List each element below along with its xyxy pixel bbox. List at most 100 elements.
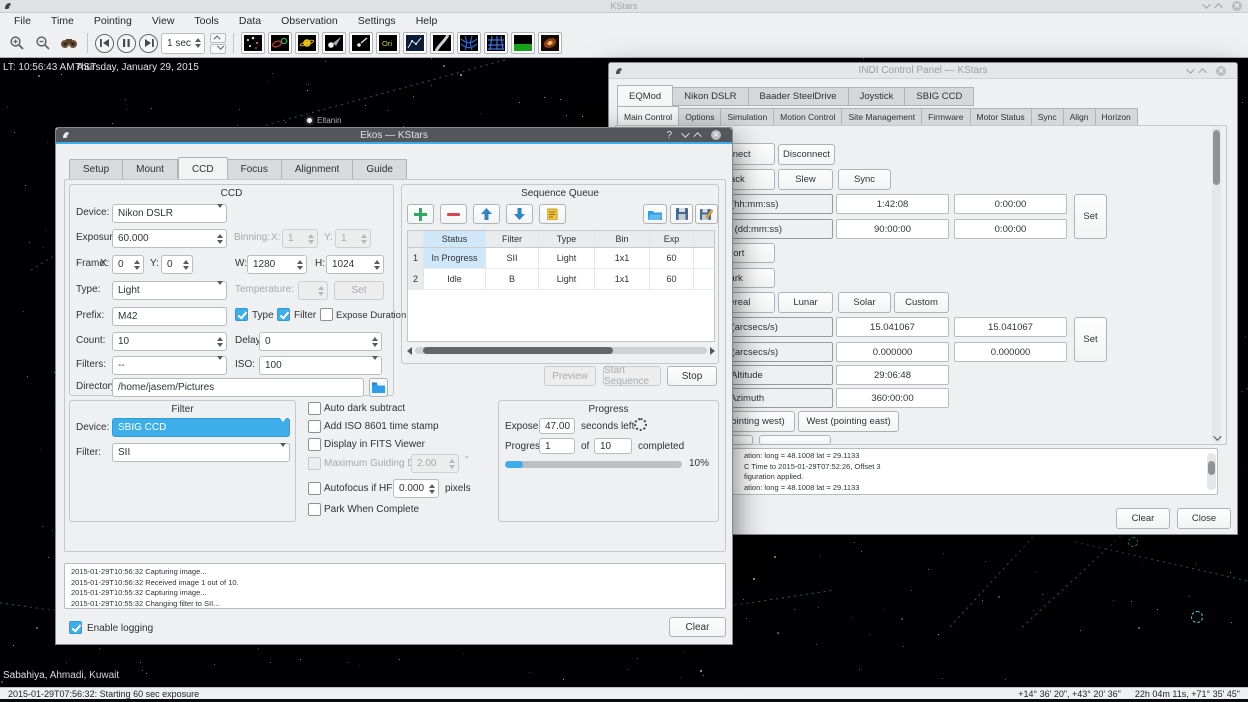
find-object-button[interactable] — [57, 32, 80, 55]
sequence-table[interactable]: Status Filter Type Bin Exp 1 In Progress… — [407, 230, 715, 342]
partial-button[interactable] — [759, 435, 831, 445]
frame-type-combo[interactable]: Light — [112, 281, 227, 300]
cell-filter[interactable]: SII — [486, 248, 539, 268]
filters-combo[interactable]: -- — [112, 356, 227, 375]
rate-set-button[interactable]: Set — [1074, 317, 1107, 362]
directory-field[interactable]: /home/jasem/Pictures — [112, 378, 364, 397]
toggle-horizon-button[interactable] — [511, 32, 535, 54]
menu-time[interactable]: Time — [41, 15, 84, 27]
altitude-field[interactable]: 29:06:48 — [836, 365, 949, 385]
tab-setup[interactable]: Setup — [69, 159, 123, 180]
tab-align[interactable]: Align — [1064, 108, 1096, 126]
tab-motion-control[interactable]: Motion Control — [774, 108, 842, 126]
indi-clear-button[interactable]: Clear — [1116, 508, 1170, 529]
close-icon[interactable] — [1232, 1, 1242, 11]
west-pointing-east-button[interactable]: West (pointing east) — [798, 411, 899, 432]
expose-duration-label[interactable]: Expose Duration — [336, 310, 406, 321]
park-when-complete-label[interactable]: Park When Complete — [324, 504, 419, 515]
scroll-left-icon[interactable] — [407, 347, 412, 355]
move-job-up-button[interactable] — [473, 204, 500, 224]
ra-rate-target-field[interactable]: 15.041067 — [954, 317, 1067, 337]
iso8601-checkbox[interactable] — [308, 420, 321, 433]
open-sequence-button[interactable] — [643, 204, 667, 224]
fits-viewer-checkbox[interactable] — [308, 438, 321, 451]
tab-simulation[interactable]: Simulation — [721, 108, 774, 126]
toggle-constellation-lines-button[interactable] — [403, 32, 427, 54]
menu-help[interactable]: Help — [406, 15, 448, 27]
indi-scrollbar[interactable] — [1212, 127, 1221, 443]
toggle-planets-button[interactable] — [295, 32, 319, 54]
maximize-icon[interactable] — [1198, 68, 1206, 76]
scrollbar-thumb[interactable] — [1208, 461, 1215, 475]
spin-down-icon[interactable] — [374, 266, 380, 270]
header-type[interactable]: Type — [539, 231, 595, 247]
table-row[interactable]: 1 In Progress SII Light 1x1 60 — [408, 248, 714, 269]
spin-up-icon[interactable] — [195, 38, 201, 42]
spin-down-icon[interactable] — [134, 266, 140, 270]
iso8601-label[interactable]: Add ISO 8601 time stamp — [324, 421, 439, 432]
minimize-icon[interactable] — [1202, 0, 1210, 8]
cell-extra[interactable] — [694, 248, 714, 268]
count-spinbox[interactable]: 10 — [112, 332, 227, 351]
tab-firmware[interactable]: Firmware — [922, 108, 970, 126]
indi-close-button[interactable]: Close — [1177, 508, 1231, 529]
tab-focus[interactable]: Focus — [228, 159, 282, 180]
ra-target-field[interactable]: 0:00:00 — [954, 194, 1067, 214]
step-down-button[interactable] — [210, 44, 226, 54]
sync-button[interactable]: Sync — [838, 169, 891, 190]
toggle-asteroids-button[interactable] — [349, 32, 373, 54]
header-filter[interactable]: Filter — [486, 231, 539, 247]
step-up-button[interactable] — [210, 33, 226, 43]
pause-clock-button[interactable] — [117, 34, 136, 53]
time-step-spinbox[interactable]: 1 sec — [161, 33, 205, 54]
azimuth-field[interactable]: 360:00:00 — [836, 388, 949, 408]
autofocus-hfr-spinbox[interactable]: 0.000 — [393, 479, 439, 498]
indi-titlebar[interactable]: INDI Control Panel — KStars — [609, 63, 1237, 79]
device-tab-baader-steeldrive[interactable]: Baader SteelDrive — [749, 87, 849, 106]
main-titlebar[interactable]: KStars — [0, 0, 1248, 13]
tab-horizon[interactable]: Horizon — [1096, 108, 1138, 126]
toggle-equatorial-grid-button[interactable] — [457, 32, 481, 54]
zoom-out-button[interactable] — [31, 32, 54, 55]
zoom-in-button[interactable] — [5, 32, 28, 55]
de-rate-target-field[interactable]: 0.000000 — [954, 342, 1067, 362]
add-job-button[interactable] — [407, 204, 434, 224]
de-rate-field[interactable]: 0.000000 — [836, 342, 949, 362]
cell-type[interactable]: Light — [539, 248, 595, 268]
edit-job-button[interactable] — [539, 204, 566, 224]
toggle-supernovae-button[interactable] — [538, 32, 562, 54]
row-number[interactable]: 2 — [408, 269, 424, 289]
spin-down-icon[interactable] — [195, 44, 201, 48]
time-forward-button[interactable] — [139, 34, 158, 53]
spin-up-icon[interactable] — [429, 484, 435, 488]
tab-main-control[interactable]: Main Control — [617, 106, 679, 126]
expose-duration-checkbox[interactable] — [320, 308, 333, 321]
filter-combo[interactable]: SII — [112, 443, 290, 462]
frame-w-spinbox[interactable]: 1280 — [247, 255, 307, 274]
toggle-deep-sky-button[interactable] — [268, 32, 292, 54]
spin-down-icon[interactable] — [183, 266, 189, 270]
cell-status[interactable]: Idle — [424, 269, 486, 289]
spin-up-icon[interactable] — [217, 337, 223, 341]
row-number[interactable]: 1 — [408, 248, 424, 268]
frame-h-spinbox[interactable]: 1024 — [326, 255, 384, 274]
device-tab-sbig-ccd[interactable]: SBIG CCD — [905, 87, 974, 106]
maximize-icon[interactable] — [693, 132, 701, 140]
dec-value-field[interactable]: 90:00:00 — [836, 219, 949, 239]
cell-type[interactable]: Light — [539, 269, 595, 289]
cell-bin[interactable]: 1x1 — [595, 269, 650, 289]
dec-target-field[interactable]: 0:00:00 — [954, 219, 1067, 239]
cell-bin[interactable]: 1x1 — [595, 248, 650, 268]
lunar-button[interactable]: Lunar — [778, 292, 833, 313]
device-tab-eqmod[interactable]: EQMod — [617, 85, 673, 106]
menu-observation[interactable]: Observation — [271, 15, 348, 27]
cell-filter[interactable]: B — [486, 269, 539, 289]
close-icon[interactable] — [711, 130, 721, 140]
spin-up-icon[interactable] — [217, 234, 223, 238]
ra-value-field[interactable]: 1:42:08 — [836, 194, 949, 214]
header-bin[interactable]: Bin — [595, 231, 650, 247]
cell-extra[interactable] — [694, 269, 714, 289]
scrollbar-track[interactable] — [415, 347, 707, 354]
slew-button[interactable]: Slew — [778, 169, 833, 190]
spin-up-icon[interactable] — [134, 260, 140, 264]
